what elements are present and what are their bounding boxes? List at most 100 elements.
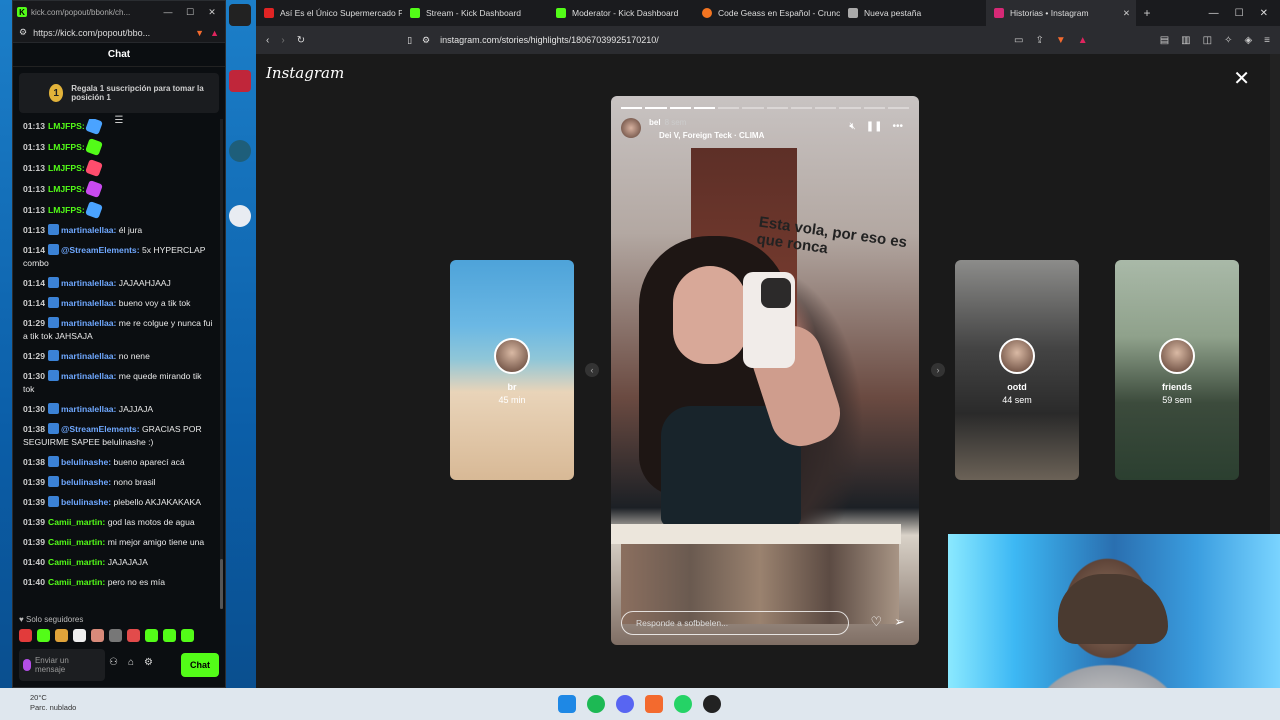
chat-username[interactable]: Camii_martin: (48, 557, 105, 567)
browser-tab[interactable]: Code Geass en Español - Crunc (694, 0, 840, 26)
whatsapp-icon[interactable] (674, 695, 692, 713)
browser-tab[interactable]: Nueva pestaña (840, 0, 986, 26)
previous-story-arrow-icon[interactable]: ‹ (585, 363, 599, 377)
back-icon[interactable]: ‹ (266, 35, 269, 46)
desktop-icon[interactable] (226, 205, 254, 229)
emote-icon[interactable] (145, 629, 158, 642)
wallet-icon[interactable]: ◫ (1203, 35, 1212, 46)
brave-icon[interactable] (645, 695, 663, 713)
chat-send-button[interactable]: Chat (181, 653, 219, 677)
emote-icon[interactable] (109, 629, 122, 642)
emote-icon[interactable] (37, 629, 50, 642)
close-window-button[interactable]: ✕ (203, 7, 221, 18)
avatar[interactable] (621, 118, 641, 138)
leo-ai-icon[interactable]: ✧ (1224, 35, 1232, 46)
emote-icon[interactable] (127, 629, 140, 642)
reader-icon[interactable]: ▤ (1160, 35, 1169, 46)
chat-username[interactable]: Camii_martin: (48, 517, 105, 527)
emote-icon[interactable] (163, 629, 176, 642)
desktop-icon[interactable] (226, 70, 254, 94)
browser-tab[interactable]: Así Es el Único Supermercado P (256, 0, 402, 26)
story-song[interactable]: Dei V, Foreign Teck · CLIMA (659, 131, 764, 140)
discord-icon[interactable] (616, 695, 634, 713)
start-icon[interactable] (558, 695, 576, 713)
minimize-button[interactable]: — (1209, 8, 1219, 19)
emote-icon[interactable] (181, 629, 194, 642)
chat-username[interactable]: Camii_martin: (48, 577, 105, 587)
chat-username[interactable]: martinalellaa: (61, 371, 116, 381)
chat-username[interactable]: martinalellaa: (61, 318, 116, 328)
weather-widget[interactable]: 20°C Parc. nublado (30, 693, 76, 713)
instagram-logo[interactable]: Instagram (266, 64, 344, 82)
store-icon[interactable]: ⌂ (128, 657, 134, 668)
more-options-icon[interactable]: ••• (892, 121, 903, 132)
chat-message-input[interactable]: Enviar un mensaje (19, 649, 105, 681)
chat-username[interactable]: LMJFPS: (48, 142, 85, 152)
brave-rewards-icon[interactable]: ▲ (210, 28, 219, 38)
chat-username[interactable]: LMJFPS: (48, 205, 85, 215)
chat-username[interactable]: martinalellaa: (61, 278, 116, 288)
maximize-button[interactable]: ☐ (181, 7, 199, 18)
browser-tab[interactable]: Moderator - Kick Dashboard (548, 0, 694, 26)
desktop-icon[interactable] (226, 4, 254, 28)
close-tab-icon[interactable]: ✕ (1123, 8, 1130, 19)
chat-username[interactable]: belulinashe: (61, 477, 111, 487)
subscription-promo[interactable]: 1 Regala 1 suscripción para tomar la pos… (19, 73, 219, 113)
bookmark-icon[interactable]: ▯ (407, 35, 412, 46)
microphone-icon[interactable] (23, 659, 31, 671)
chat-username[interactable]: martinalellaa: (61, 404, 116, 414)
brave-rewards-icon[interactable]: ▲ (1078, 35, 1088, 46)
close-window-button[interactable]: ✕ (1260, 8, 1268, 19)
share-icon[interactable]: ⇪ (1036, 35, 1044, 46)
sidebar-icon[interactable]: ▥ (1181, 35, 1190, 46)
reload-icon[interactable]: ↻ (297, 35, 305, 46)
pause-icon[interactable]: ❚❚ (866, 121, 883, 132)
chat-window-url[interactable]: https://kick.com/popout/bbo... (33, 28, 189, 38)
chat-username[interactable]: belulinashe: (61, 497, 111, 507)
emote-icon[interactable] (55, 629, 68, 642)
mute-icon[interactable]: 🔇︎ (849, 121, 855, 132)
chat-username[interactable]: LMJFPS: (48, 184, 85, 194)
emote-icon[interactable] (91, 629, 104, 642)
brave-shield-icon[interactable]: ▼ (195, 28, 204, 38)
close-icon[interactable]: ✕ (1233, 66, 1250, 91)
chat-username[interactable]: @StreamElements: (61, 424, 140, 434)
active-story[interactable]: bel 8 sem Dei V, Foreign Teck · CLIMA 🔇︎ … (611, 96, 919, 645)
address-bar[interactable]: ▯ ⚙ instagram.com/stories/highlights/180… (317, 35, 1002, 46)
new-tab-button[interactable]: + (1136, 6, 1158, 20)
emote-icon[interactable] (19, 629, 32, 642)
story-preview-left[interactable]: br 45 min (450, 260, 574, 480)
browser-tab-active[interactable]: Historias • Instagram ✕ (986, 0, 1136, 26)
emote-icon[interactable] (73, 629, 86, 642)
reply-input[interactable]: Responde a sofbbelen... (621, 611, 849, 635)
cast-icon[interactable]: ▭ (1014, 35, 1023, 46)
chat-username[interactable]: belulinashe: (61, 457, 111, 467)
chat-username[interactable]: LMJFPS: (48, 163, 85, 173)
obs-icon[interactable] (703, 695, 721, 713)
address-url[interactable]: instagram.com/stories/highlights/1806703… (440, 35, 659, 45)
browser-tab[interactable]: Stream - Kick Dashboard (402, 0, 548, 26)
spotify-icon[interactable] (587, 695, 605, 713)
minimize-button[interactable]: — (159, 7, 177, 17)
chat-username[interactable]: martinalellaa: (61, 351, 116, 361)
gear-icon[interactable]: ⚙ (144, 657, 153, 668)
desktop-icon[interactable] (226, 140, 254, 164)
site-info-icon[interactable]: ⚙ (422, 35, 430, 46)
chat-username[interactable]: Camii_martin: (48, 537, 105, 547)
chat-username[interactable]: martinalellaa: (61, 225, 116, 235)
forward-icon[interactable]: › (281, 35, 284, 46)
people-icon[interactable]: ⚇ (109, 657, 118, 668)
brave-shield-icon[interactable]: ▼ (1056, 35, 1066, 46)
vpn-icon[interactable]: ◈ (1244, 35, 1252, 46)
story-preview-right[interactable]: friends 59 sem (1115, 260, 1239, 480)
next-story-arrow-icon[interactable]: › (931, 363, 945, 377)
chat-scrollbar[interactable] (220, 119, 223, 609)
site-settings-icon[interactable]: ⚙ (19, 27, 27, 38)
story-preview-right[interactable]: ootd 44 sem (955, 260, 1079, 480)
story-username[interactable]: bel 8 sem (649, 118, 686, 127)
maximize-button[interactable]: ☐ (1235, 8, 1244, 19)
heart-icon[interactable]: ♡ (870, 614, 882, 630)
menu-icon[interactable]: ≡ (1264, 35, 1270, 46)
send-icon[interactable]: ➢ (894, 614, 905, 630)
chat-username[interactable]: @StreamElements: (61, 245, 140, 255)
